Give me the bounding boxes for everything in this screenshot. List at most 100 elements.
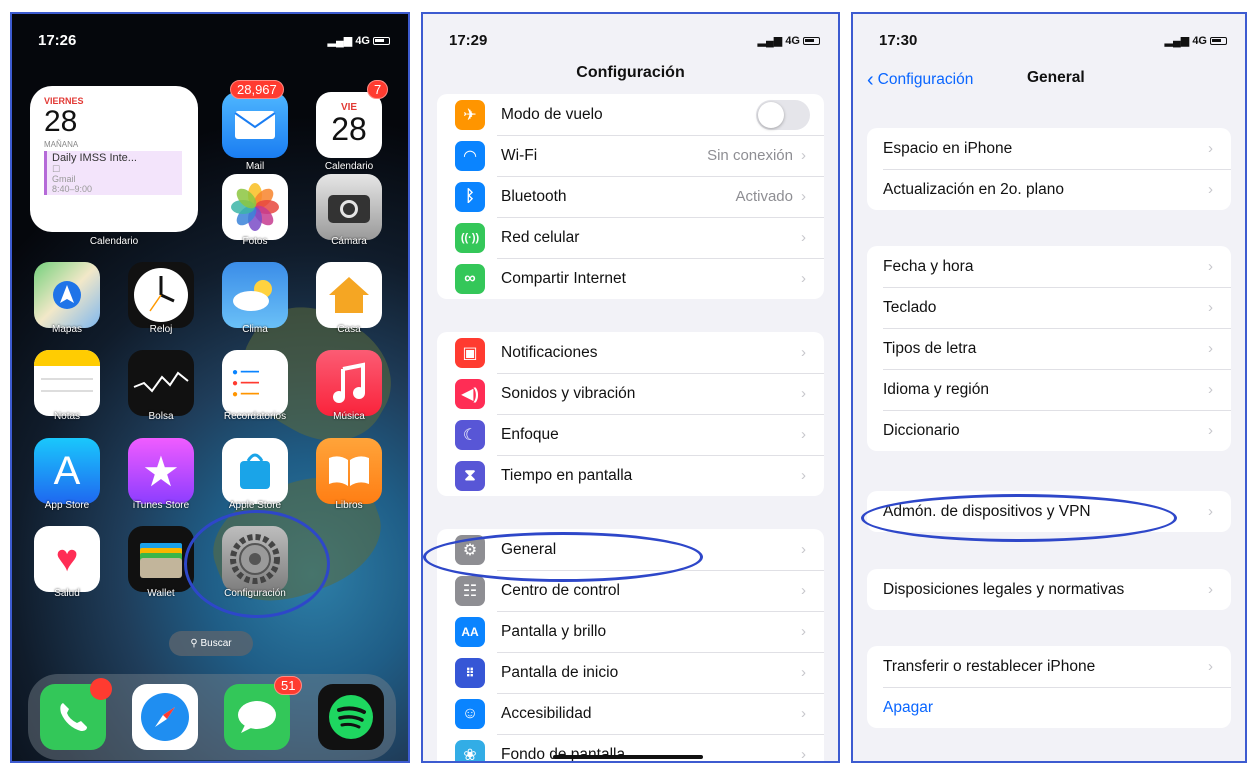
- row-label: Fecha y hora: [883, 257, 974, 275]
- app-label: Recordatorios: [223, 411, 287, 422]
- app-label: Bolsa: [148, 411, 174, 422]
- antenna-icon: ((·)): [455, 222, 485, 253]
- chevron-right-icon: ›: [801, 147, 806, 164]
- stocks-app[interactable]: [128, 350, 194, 416]
- status-bar: 17:26 ▂▄▆ 4G: [12, 14, 408, 62]
- general-row-date-time[interactable]: Fecha y hora ›: [867, 246, 1231, 287]
- mail-app[interactable]: [222, 92, 288, 158]
- calendar-app-day: 28: [331, 110, 367, 147]
- chevron-right-icon: ›: [801, 623, 806, 640]
- chevron-right-icon: ›: [801, 426, 806, 443]
- general-row-keyboard[interactable]: Teclado ›: [867, 287, 1231, 328]
- settings-group-connectivity: ✈ Modo de vuelo ◠ Wi-Fi Sin conexión › ᛒ…: [437, 94, 824, 299]
- safari-app[interactable]: [132, 684, 198, 750]
- phone-badge: [90, 678, 112, 700]
- row-label: Compartir Internet: [501, 269, 626, 287]
- reminders-app[interactable]: ● ━━━ ● ━━━ ● ━━━: [222, 350, 288, 416]
- status-time: 17:26: [38, 32, 77, 49]
- shutdown-label: Apagar: [883, 698, 933, 716]
- settings-row-accessibility[interactable]: ☺ Accesibilidad ›: [437, 693, 824, 734]
- widget-event[interactable]: Daily IMSS Inte... ☐ Gmail 8:40–9:00: [44, 151, 182, 195]
- event-source-label: Gmail: [52, 174, 76, 184]
- general-row-dictionary[interactable]: Diccionario ›: [867, 410, 1231, 451]
- photos-app[interactable]: [222, 174, 288, 240]
- status-bar: 17:29 ▂▄▆ 4G: [423, 14, 838, 62]
- status-time: 17:30: [879, 32, 918, 49]
- network-type: 4G: [1192, 35, 1207, 47]
- music-app[interactable]: [316, 350, 382, 416]
- airplane-icon: ✈: [455, 99, 485, 130]
- chevron-right-icon: ›: [801, 746, 806, 763]
- airplane-toggle[interactable]: [756, 99, 810, 130]
- app-label: Fotos: [242, 236, 268, 247]
- row-label: Tipos de letra: [883, 339, 977, 357]
- music-icon: [333, 362, 365, 403]
- spotify-app[interactable]: [318, 684, 384, 750]
- apple-store-app[interactable]: [222, 438, 288, 504]
- notifications-icon: ▣: [455, 337, 485, 368]
- maps-app[interactable]: [34, 262, 100, 328]
- settings-row-notifications[interactable]: ▣ Notificaciones ›: [437, 332, 824, 373]
- status-time: 17:29: [449, 32, 488, 49]
- row-label: Transferir o restablecer iPhone: [883, 657, 1096, 675]
- signal-indicator: ▂▄▆ 4G: [328, 34, 390, 47]
- app-store-app[interactable]: A: [34, 438, 100, 504]
- notes-icon: [34, 350, 100, 366]
- notes-app[interactable]: [34, 350, 100, 416]
- general-panel: 17:30 ▂▄▆ 4G ‹ Configuración General Espa…: [851, 12, 1247, 763]
- general-row-fonts[interactable]: Tipos de letra ›: [867, 328, 1231, 369]
- network-type: 4G: [785, 35, 800, 47]
- calendar-widget[interactable]: VIERNES 28 MAÑANA Daily IMSS Inte... ☐ G…: [30, 86, 198, 232]
- app-label: Reloj: [149, 324, 173, 335]
- general-row-legal[interactable]: Disposiciones legales y normativas ›: [867, 569, 1231, 610]
- weather-app[interactable]: [222, 262, 288, 328]
- settings-row-focus[interactable]: ☾ Enfoque ›: [437, 414, 824, 455]
- camera-icon: [328, 195, 370, 223]
- health-app[interactable]: ♥: [34, 526, 100, 592]
- app-label: Música: [333, 411, 365, 422]
- general-group-legal: Disposiciones legales y normativas ›: [867, 569, 1231, 610]
- calendar-app[interactable]: VIE 28: [316, 92, 382, 158]
- settings-row-airplane[interactable]: ✈ Modo de vuelo: [437, 94, 824, 135]
- row-label: Accesibilidad: [501, 704, 592, 722]
- page-title: Configuración: [576, 64, 685, 81]
- general-row-storage[interactable]: Espacio en iPhone ›: [867, 128, 1231, 169]
- general-row-shutdown[interactable]: Apagar: [867, 687, 1231, 728]
- books-app[interactable]: [316, 438, 382, 504]
- settings-row-screen-time[interactable]: ⧗ Tiempo en pantalla ›: [437, 455, 824, 496]
- settings-row-hotspot[interactable]: ∞ Compartir Internet ›: [437, 258, 824, 299]
- chevron-right-icon: ›: [1208, 581, 1213, 598]
- spotlight-search[interactable]: ⚲ Buscar: [169, 631, 253, 656]
- row-label: Modo de vuelo: [501, 105, 603, 123]
- settings-row-bluetooth[interactable]: ᛒ Bluetooth Activado ›: [437, 176, 824, 217]
- camera-app[interactable]: [316, 174, 382, 240]
- messages-badge: 51: [274, 676, 303, 695]
- settings-row-home-screen[interactable]: ⠿ Pantalla de inicio ›: [437, 652, 824, 693]
- mail-badge: 28,967: [230, 80, 284, 99]
- general-row-background-refresh[interactable]: Actualización en 2o. plano ›: [867, 169, 1231, 210]
- app-label: Notas: [53, 411, 81, 422]
- wallet-icon: [140, 543, 182, 578]
- settings-row-display[interactable]: AA Pantalla y brillo ›: [437, 611, 824, 652]
- apple-store-icon: [240, 453, 270, 489]
- app-label: App Store: [44, 500, 90, 511]
- clock-icon: [134, 268, 188, 322]
- back-button[interactable]: ‹ Configuración: [867, 69, 973, 92]
- settings-row-cellular[interactable]: ((·)) Red celular ›: [437, 217, 824, 258]
- settings-row-wifi[interactable]: ◠ Wi-Fi Sin conexión ›: [437, 135, 824, 176]
- itunes-app[interactable]: ★: [128, 438, 194, 504]
- chevron-right-icon: ›: [1208, 658, 1213, 675]
- home-indicator: [553, 755, 703, 759]
- safari-icon: [141, 693, 189, 741]
- stocks-icon: [133, 371, 189, 393]
- clock-app[interactable]: [128, 262, 194, 328]
- general-group-reset: Transferir o restablecer iPhone › Apagar: [867, 646, 1231, 728]
- chevron-left-icon: ‹: [867, 69, 874, 91]
- settings-row-sounds[interactable]: ◀) Sonidos y vibración ›: [437, 373, 824, 414]
- row-value: Sin conexión: [707, 147, 793, 164]
- general-row-transfer-reset[interactable]: Transferir o restablecer iPhone ›: [867, 646, 1231, 687]
- general-row-language[interactable]: Idioma y región ›: [867, 369, 1231, 410]
- settings-group-notifications: ▣ Notificaciones › ◀) Sonidos y vibració…: [437, 332, 824, 496]
- settings-panel: 17:29 ▂▄▆ 4G Configuración ✈ Modo de vue…: [421, 12, 840, 763]
- home-app[interactable]: [316, 262, 382, 328]
